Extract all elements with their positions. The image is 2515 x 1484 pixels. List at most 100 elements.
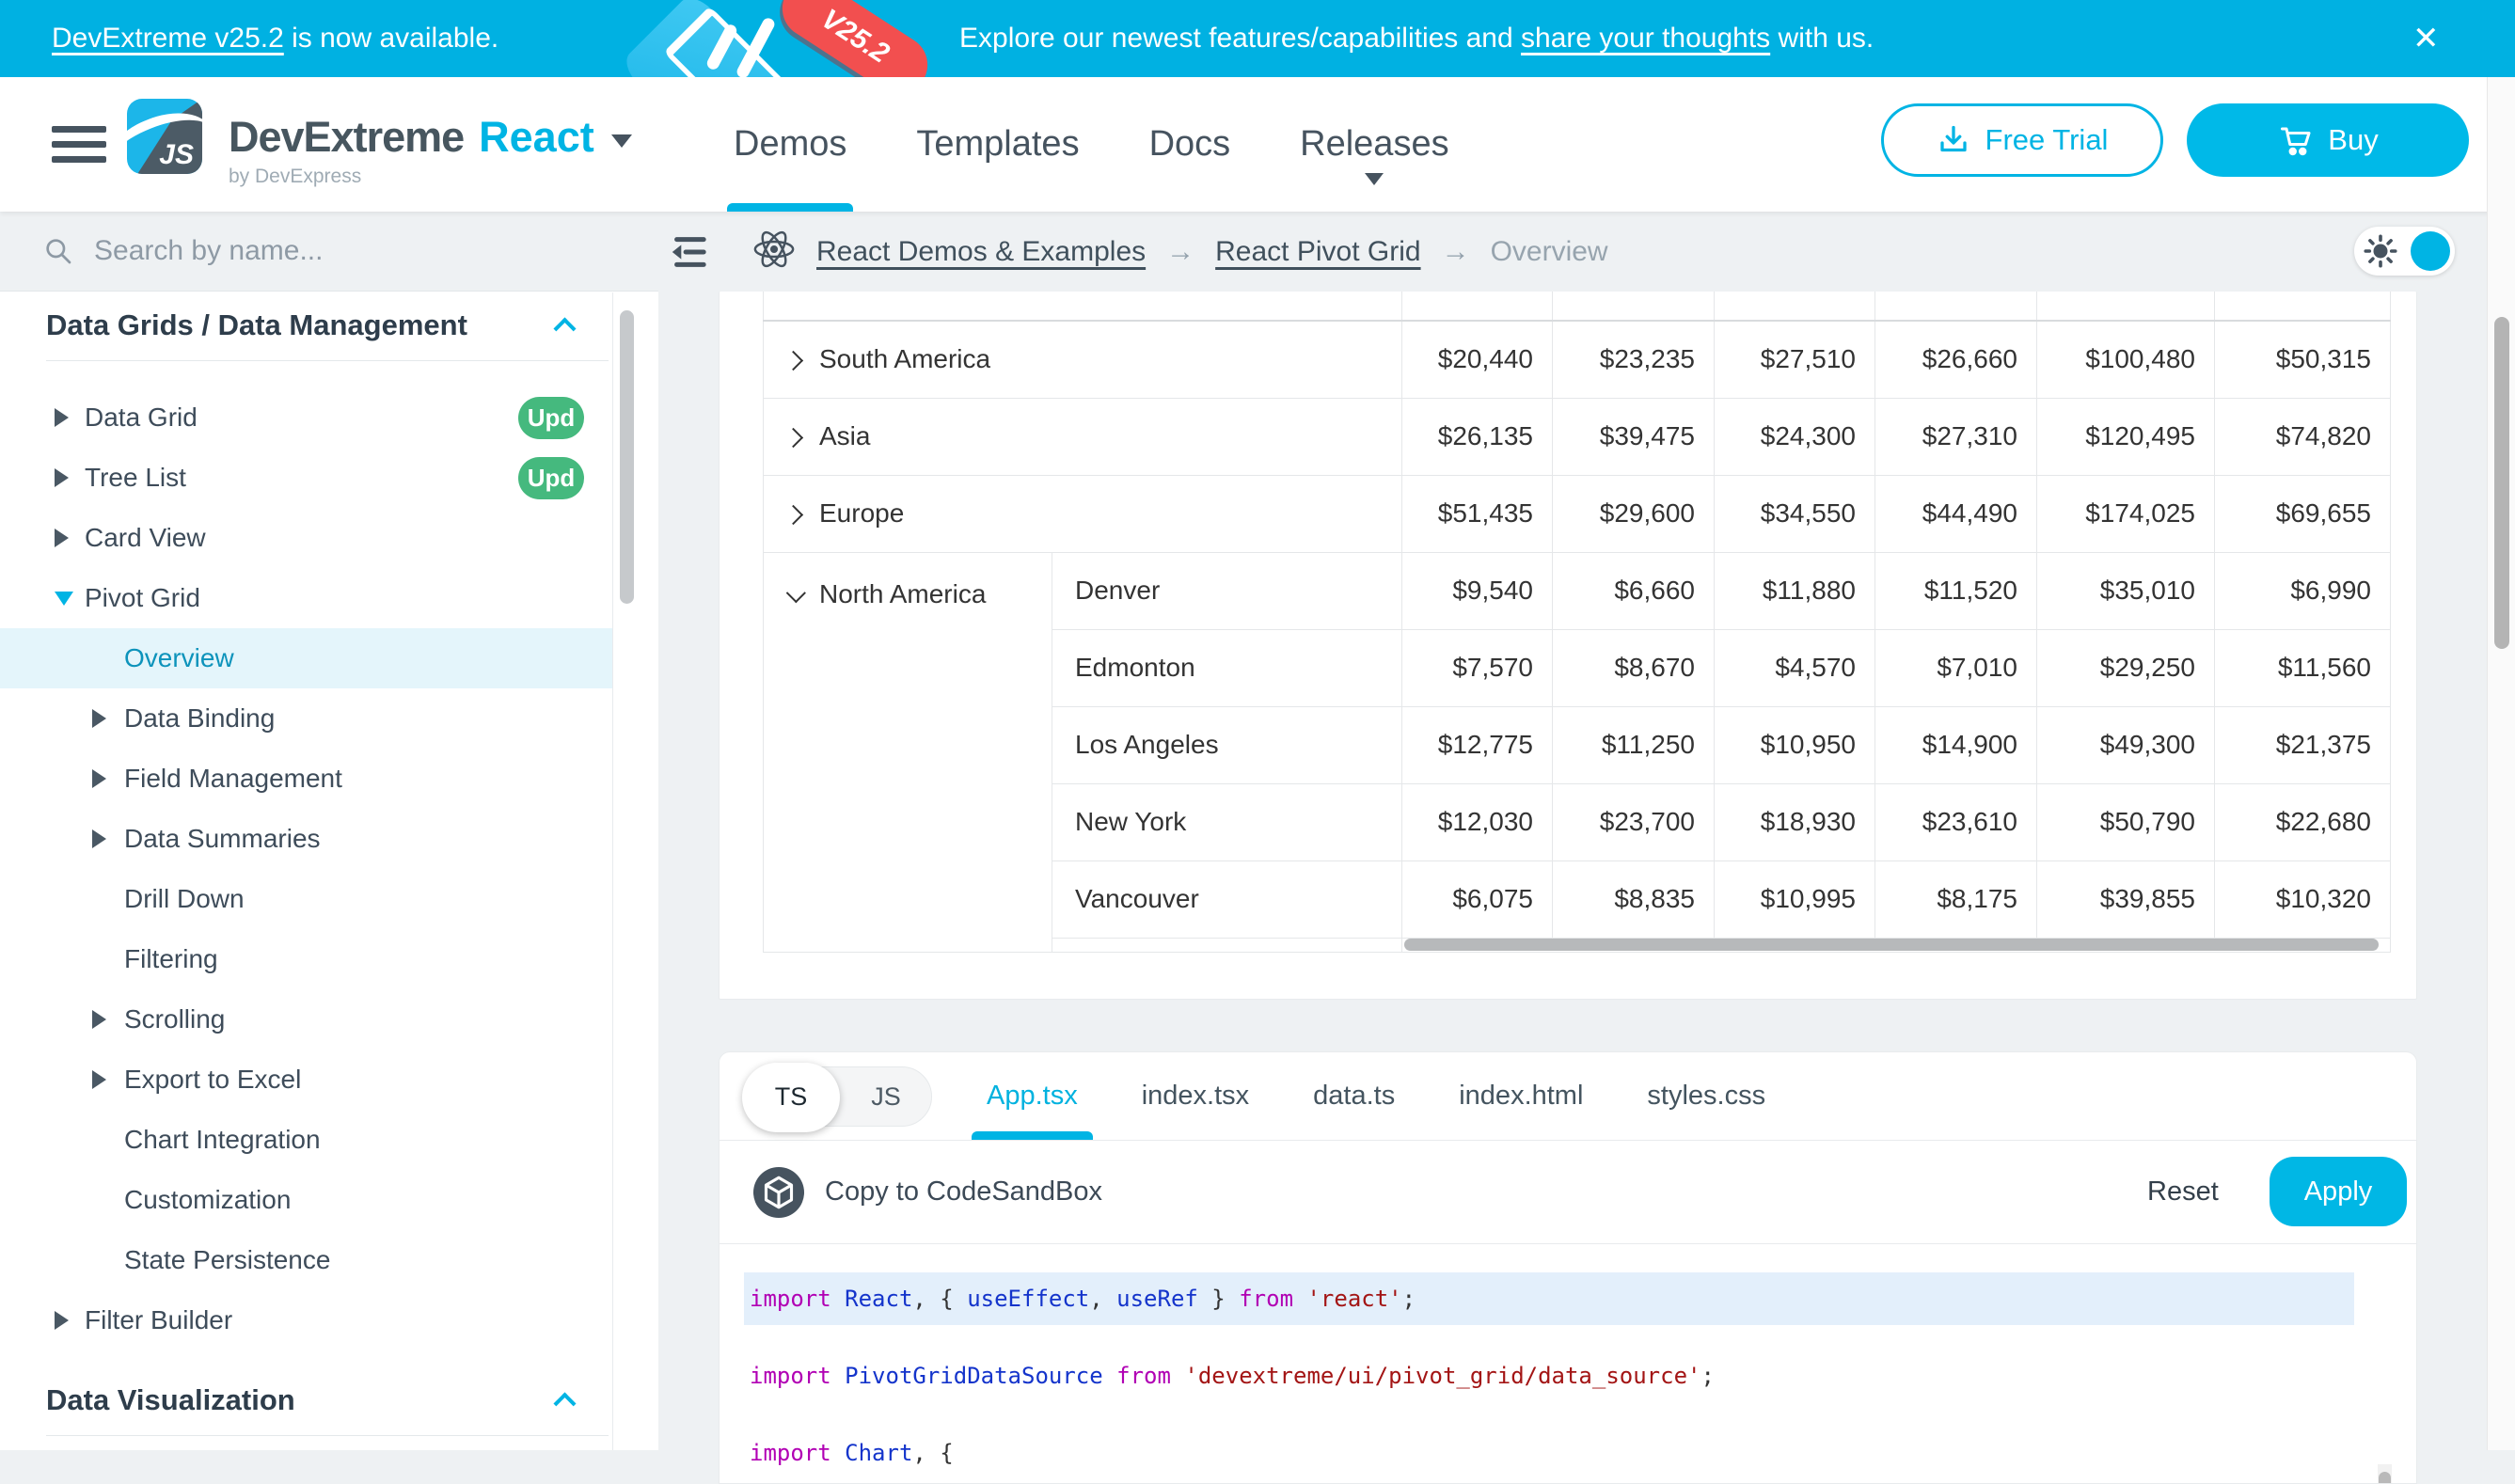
sidebar-item-card-view[interactable]: Card View	[0, 508, 612, 568]
amount-cell: $9,540	[1402, 552, 1553, 629]
region-cell[interactable]: North America	[764, 552, 1052, 952]
sidebar-scrollbar[interactable]	[620, 310, 634, 604]
search-input[interactable]	[94, 235, 621, 267]
sidebar-item-data-grid[interactable]: Data GridUpd	[0, 387, 612, 448]
nav-docs[interactable]: Docs	[1149, 77, 1231, 212]
amount-cell: $24,300	[1715, 398, 1875, 475]
devextreme-js-logo[interactable]: JS	[127, 99, 202, 174]
tab-index-tsx[interactable]: index.tsx	[1142, 1052, 1249, 1140]
amount-cell: $49,300	[2037, 706, 2215, 783]
copy-to-codesandbox-button[interactable]: Copy to CodeSandBox	[825, 1176, 1102, 1208]
sidebar-item-export-to-excel[interactable]: Export to Excel	[0, 1050, 612, 1110]
download-icon	[1937, 123, 1970, 157]
banner-close-icon[interactable]: ✕	[2412, 0, 2440, 77]
tab-app-tsx[interactable]: App.tsx	[987, 1052, 1078, 1140]
sidebar-item-filter-builder[interactable]: Filter Builder	[0, 1290, 612, 1350]
nav-demos[interactable]: Demos	[734, 77, 846, 212]
sidebar-section-data-visualization[interactable]: Data Visualization	[0, 1373, 612, 1428]
sidebar-item-data-binding[interactable]: Data Binding	[0, 688, 612, 749]
nav-releases[interactable]: Releases	[1300, 77, 1448, 212]
sidebar-item-pivot-grid[interactable]: Pivot Grid	[0, 568, 612, 628]
expand-row-icon[interactable]	[783, 351, 803, 371]
banner-version-link[interactable]: DevExtreme v25.2	[52, 23, 284, 54]
tab-data-ts[interactable]: data.ts	[1313, 1052, 1395, 1140]
platform-caret-icon[interactable]	[611, 134, 632, 148]
amount-cell: $27,510	[1715, 321, 1875, 398]
menu-icon[interactable]	[52, 126, 106, 171]
divider	[46, 1435, 609, 1436]
language-toggle[interactable]: TS JS	[744, 1066, 932, 1127]
app-header: JS DevExtreme React by DevExpress Demos T…	[0, 77, 2515, 212]
react-icon	[752, 228, 796, 276]
devextreme-box-logo-icon: V25.2	[578, 0, 917, 77]
codesandbox-icon[interactable]	[753, 1167, 804, 1218]
sidebar-item-scrolling[interactable]: Scrolling	[0, 989, 612, 1050]
code-line: import Chart, {	[720, 1427, 2416, 1479]
table-row[interactable]: North AmericaDenver$9,540$6,660$11,880$1…	[764, 552, 2391, 629]
code-actions-row: Copy to CodeSandBox Reset Apply	[720, 1141, 2416, 1244]
sidebar-item-data-summaries[interactable]: Data Summaries	[0, 809, 612, 869]
sidebar-item-drill-down[interactable]: Drill Down	[0, 869, 612, 929]
amount-cell: $100,480	[2037, 321, 2215, 398]
breadcrumb-pivot-grid-link[interactable]: React Pivot Grid	[1215, 236, 1420, 268]
sidebar-section-data-grids-data-management[interactable]: Data Grids / Data Management	[0, 298, 612, 353]
expand-arrow-icon[interactable]	[55, 529, 69, 547]
sidebar-item-state-persistence[interactable]: State Persistence	[0, 1230, 612, 1290]
platform-selector[interactable]: React	[479, 113, 594, 162]
nav-templates[interactable]: Templates	[916, 77, 1079, 212]
sidebar-item-tree-list[interactable]: Tree ListUpd	[0, 448, 612, 508]
free-trial-button[interactable]: Free Trial	[1881, 103, 2163, 177]
sidebar-item-filtering[interactable]: Filtering	[0, 929, 612, 989]
pivot-horizontal-scrollbar[interactable]	[1404, 939, 2379, 951]
expand-arrow-icon[interactable]	[55, 468, 69, 487]
table-row[interactable]: Europe$51,435$29,600$34,550$44,490$174,0…	[764, 475, 2391, 552]
share-your-thoughts-link[interactable]: share your thoughts	[1521, 23, 1770, 54]
code-scrollbar[interactable]	[2378, 1464, 2392, 1484]
amount-cell: $174,025	[2037, 475, 2215, 552]
apply-button[interactable]: Apply	[2270, 1157, 2407, 1226]
expand-arrow-icon[interactable]	[92, 769, 106, 788]
amount-cell: $27,310	[1875, 398, 2037, 475]
table-row[interactable]: South America$20,440$23,235$27,510$26,66…	[764, 321, 2391, 398]
sidebar-item-customization[interactable]: Customization	[0, 1170, 612, 1230]
announcement-banner: DevExtreme v25.2 is now available. V25.2…	[0, 0, 2515, 77]
search-bar[interactable]	[0, 212, 658, 292]
expand-arrow-icon[interactable]	[55, 408, 69, 427]
table-row[interactable]: Asia$26,135$39,475$24,300$27,310$120,495…	[764, 398, 2391, 475]
page-scrollbar[interactable]	[2487, 77, 2515, 1450]
banner-message-center: Explore our newest features/capabilities…	[959, 0, 1874, 77]
brand-block: DevExtreme React by DevExpress	[229, 113, 632, 188]
amount-cell: $74,820	[2215, 398, 2391, 475]
tab-index-html[interactable]: index.html	[1459, 1052, 1583, 1140]
sidebar-item-field-management[interactable]: Field Management	[0, 749, 612, 809]
theme-toggle[interactable]	[2354, 227, 2455, 276]
language-toggle-js[interactable]: JS	[841, 1067, 931, 1128]
collapse-sidebar-icon[interactable]	[666, 232, 709, 272]
breadcrumb-demos-link[interactable]: React Demos & Examples	[816, 236, 1146, 268]
expand-arrow-icon[interactable]	[92, 1070, 106, 1089]
expand-arrow-icon[interactable]	[92, 709, 106, 728]
expand-row-icon[interactable]	[783, 505, 803, 525]
collapse-arrow-icon[interactable]	[55, 592, 73, 606]
sidebar: Data Grids / Data Management Data GridUpd…	[0, 212, 658, 1450]
reset-button[interactable]: Reset	[2147, 1176, 2219, 1208]
theme-toggle-knob[interactable]	[2411, 231, 2450, 271]
sidebar-item-chart-integration[interactable]: Chart Integration	[0, 1110, 612, 1170]
city-cell: Los Angeles	[1052, 706, 1402, 783]
expand-arrow-icon[interactable]	[55, 1311, 69, 1330]
expand-row-icon[interactable]	[783, 428, 803, 448]
amount-cell: $22,680	[2215, 783, 2391, 860]
amount-cell: $44,490	[1875, 475, 2037, 552]
expand-arrow-icon[interactable]	[92, 829, 106, 848]
amount-cell: $14,900	[1875, 706, 2037, 783]
sidebar-item-overview[interactable]: Overview	[0, 628, 612, 688]
code-tabs-row: TS JS App.tsx index.tsx data.ts index.html s…	[720, 1052, 2416, 1141]
collapse-row-icon[interactable]	[786, 583, 806, 603]
buy-button[interactable]: Buy	[2187, 103, 2469, 177]
language-toggle-ts[interactable]: TS	[742, 1063, 840, 1132]
releases-caret-icon	[1365, 173, 1384, 185]
tab-styles-css[interactable]: styles.css	[1647, 1052, 1765, 1140]
code-editor[interactable]: import React, { useEffect, useRef } from…	[720, 1244, 2416, 1484]
breadcrumb-current: Overview	[1491, 236, 1608, 268]
expand-arrow-icon[interactable]	[92, 1010, 106, 1029]
